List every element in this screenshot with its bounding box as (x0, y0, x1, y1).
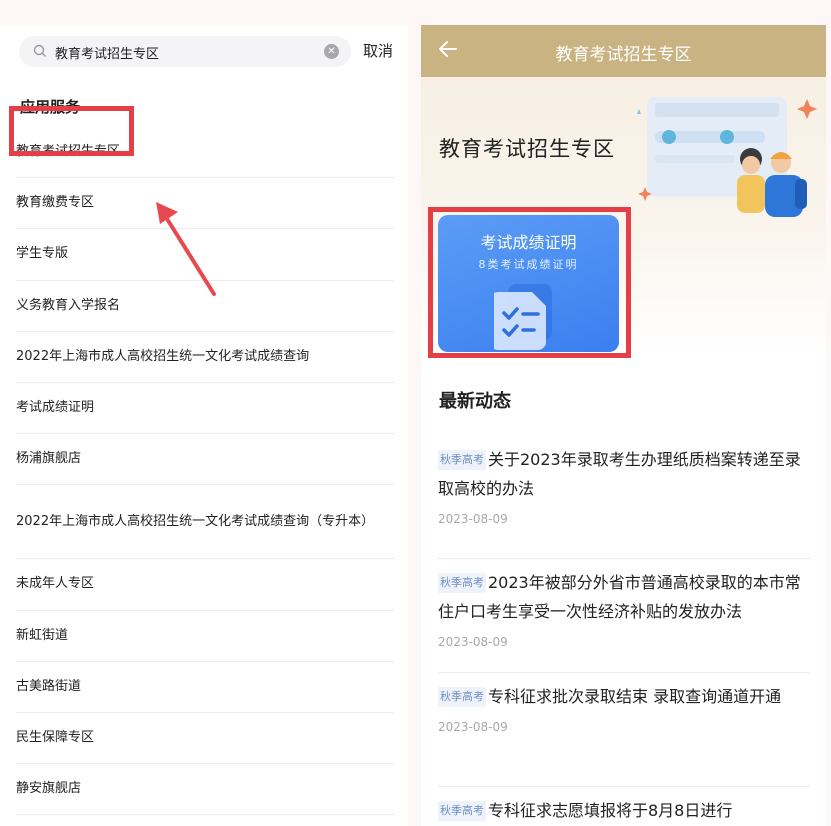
news-item[interactable]: 秋季高考 关于2023年录取考生办理纸质档案转递至录取高校的办法 2023-08-… (438, 445, 810, 559)
search-icon (33, 44, 46, 57)
list-item[interactable]: 新虹街道 (16, 611, 394, 662)
list-item[interactable]: 古美路街道 (16, 662, 394, 713)
hero-title: 教育考试招生专区 (439, 137, 615, 161)
red-arrow-annotation (156, 202, 216, 296)
list-item[interactable]: 2022年上海市成人高校招生统一文化考试成绩查询（专升本） (16, 485, 394, 560)
highlight-box (9, 106, 134, 156)
list-item[interactable]: 民生保障专区 (16, 713, 394, 765)
news-date: 2023-08-09 (438, 635, 508, 649)
news-tag: 秋季高考 (438, 687, 486, 707)
search-input[interactable]: 教育考试招生专区 (55, 43, 159, 62)
detail-panel: 教育考试招生专区 教育考试招生专区 考试成绩证明 8类考试成绩证明 最新动态 秋… (421, 25, 826, 826)
news-date: 2023-08-09 (438, 512, 508, 526)
news-item[interactable]: 秋季高考 专科征求志愿填报将于8月8日进行 (438, 787, 810, 826)
top-bar: 教育考试招生专区 (421, 25, 826, 77)
students-illustration (637, 97, 817, 217)
list-item[interactable]: 2022年上海市成人高校招生统一文化考试成绩查询 (16, 332, 394, 383)
news-item[interactable]: 秋季高考 2023年被部分外省市普通高校录取的本市常住户口考生享受一次性经济补贴的… (438, 559, 810, 673)
list-item[interactable]: 静安旗舰店 (16, 764, 394, 816)
list-item[interactable]: 未成年人专区 (16, 559, 394, 611)
news-tag: 秋季高考 (438, 573, 486, 593)
clear-icon[interactable]: ✕ (324, 44, 339, 59)
list-item[interactable]: 杨浦旗舰店 (16, 434, 394, 486)
search-bar[interactable]: 教育考试招生专区 ✕ (19, 36, 351, 67)
news-tag: 秋季高考 (438, 801, 486, 821)
news-section-title: 最新动态 (439, 391, 511, 412)
news-tag: 秋季高考 (438, 450, 486, 470)
highlight-box (428, 207, 631, 358)
news-title: 专科征求志愿填报将于8月8日进行 (488, 801, 733, 820)
news-title: 专科征求批次录取结束 录取查询通道开通 (488, 687, 782, 706)
list-item[interactable]: 考试成绩证明 (16, 383, 394, 435)
news-date: 2023-08-09 (438, 720, 508, 734)
news-item[interactable]: 秋季高考 专科征求批次录取结束 录取查询通道开通 2023-08-09 (438, 673, 810, 787)
cancel-button[interactable]: 取消 (363, 40, 393, 61)
page-title: 教育考试招生专区 (555, 45, 692, 65)
news-list: 秋季高考 关于2023年录取考生办理纸质档案转递至录取高校的办法 2023-08-… (438, 445, 810, 826)
news-title: 2023年被部分外省市普通高校录取的本市常住户口考生享受一次性经济补贴的发放办法 (438, 573, 801, 621)
news-title: 关于2023年录取考生办理纸质档案转递至录取高校的办法 (438, 450, 801, 498)
